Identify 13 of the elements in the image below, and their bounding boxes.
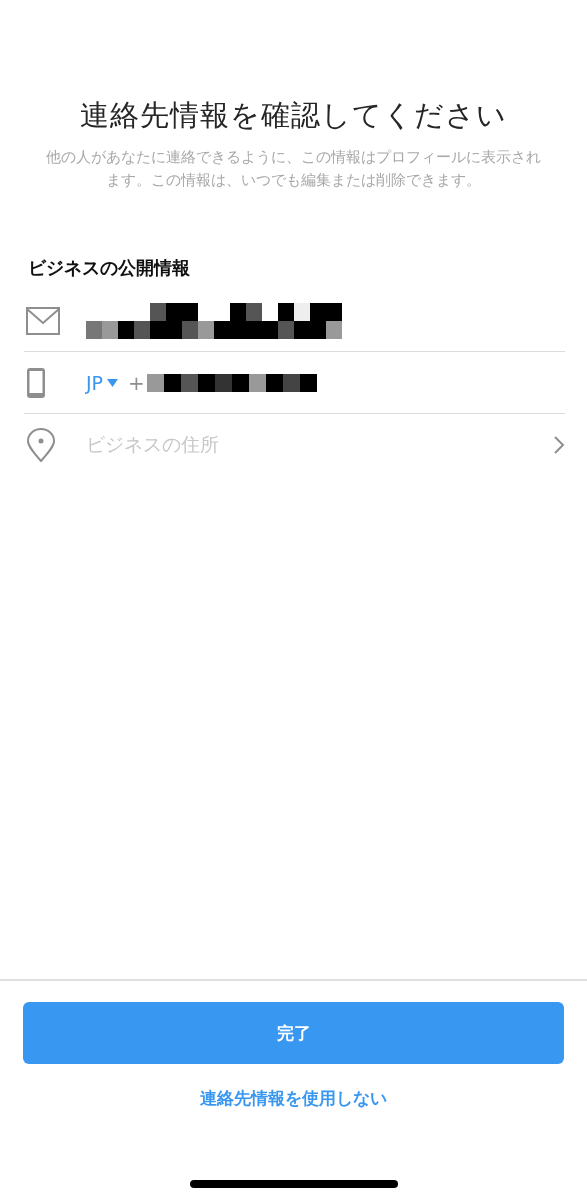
page-title: 連絡先情報を確認してください (79, 97, 508, 134)
caret-icon (107, 378, 119, 387)
country-code-selector[interactable]: JP (86, 371, 119, 394)
address-field[interactable]: ビジネスの住所 (86, 431, 565, 458)
location-pin-icon (26, 427, 56, 462)
description: 他の人があなたに連絡できるように、この情報はプロフィールに表示されます。この情報は、いつでも編集または削除できます。 (45, 147, 542, 191)
chevron-right-icon (553, 434, 565, 455)
phone-icon (26, 366, 46, 399)
section-heading: ビジネスの公開情報 (28, 256, 191, 280)
envelope-icon (26, 306, 60, 335)
skip-contact-link[interactable]: 連絡先情報を使用しない (200, 1087, 387, 1110)
phone-prefix: + (128, 370, 145, 395)
done-button[interactable]: 完了 (23, 1002, 564, 1064)
